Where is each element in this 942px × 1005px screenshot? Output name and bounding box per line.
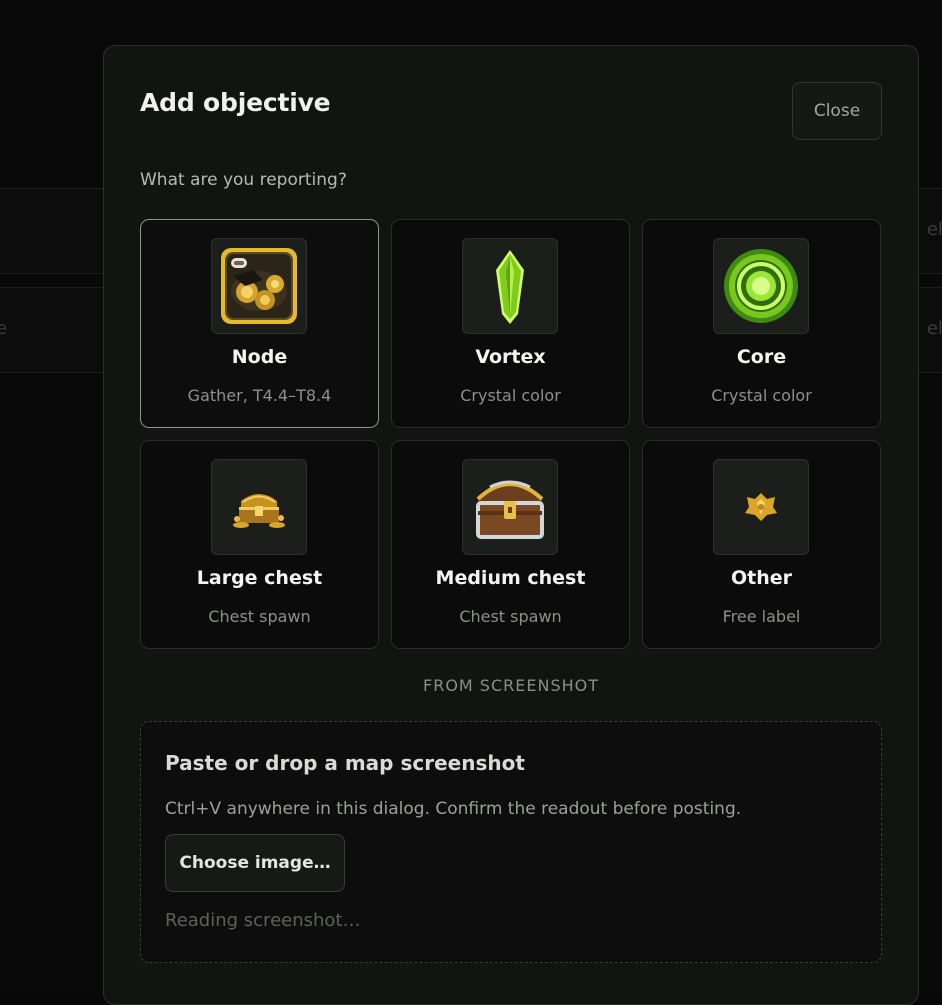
option-label: Core	[643, 346, 880, 368]
option-description: Gather, T4.4–T8.4	[141, 386, 378, 405]
option-medium-chest[interactable]: Medium chest Chest spawn	[391, 440, 630, 649]
dropzone-title: Paste or drop a map screenshot	[165, 751, 525, 775]
add-objective-dialog: Add objective Close What are you reporti…	[103, 45, 919, 1005]
option-node[interactable]: Node Gather, T4.4–T8.4	[140, 219, 379, 428]
option-description: Chest spawn	[141, 607, 378, 626]
option-description: Chest spawn	[392, 607, 629, 626]
choose-image-button[interactable]: Choose image…	[165, 834, 345, 892]
green-orb-icon	[713, 238, 809, 334]
background-fragment: ele	[927, 219, 942, 240]
option-core[interactable]: Core Crystal color	[642, 219, 881, 428]
option-label: Medium chest	[392, 567, 629, 589]
option-label: Large chest	[141, 567, 378, 589]
small-gold-chest-icon	[211, 459, 307, 555]
option-large-chest[interactable]: Large chest Chest spawn	[140, 440, 379, 649]
reporting-prompt: What are you reporting?	[140, 170, 347, 190]
option-label: Vortex	[392, 346, 629, 368]
treasure-chest-icon	[462, 459, 558, 555]
option-vortex[interactable]: Vortex Crystal color	[391, 219, 630, 428]
section-label-from-screenshot: FROM SCREENSHOT	[104, 676, 918, 695]
option-label: Node	[141, 346, 378, 368]
option-label: Other	[643, 567, 880, 589]
dialog-title: Add objective	[140, 88, 330, 117]
option-other[interactable]: Other Free label	[642, 440, 881, 649]
background-fragment: e	[0, 318, 7, 339]
gold-crest-icon	[713, 459, 809, 555]
background-fragment: ele	[927, 318, 942, 339]
dropzone-hint: Ctrl+V anywhere in this dialog. Confirm …	[165, 799, 741, 819]
option-description: Crystal color	[643, 386, 880, 405]
close-button[interactable]: Close	[792, 82, 882, 140]
option-description: Free label	[643, 607, 880, 626]
screenshot-dropzone[interactable]: Paste or drop a map screenshot Ctrl+V an…	[140, 721, 882, 963]
option-description: Crystal color	[392, 386, 629, 405]
resource-node-icon	[211, 238, 307, 334]
reading-status: Reading screenshot…	[165, 910, 360, 931]
objective-type-grid: Node Gather, T4.4–T8.4 Vortex Crystal co…	[140, 219, 881, 649]
green-crystal-icon	[462, 238, 558, 334]
